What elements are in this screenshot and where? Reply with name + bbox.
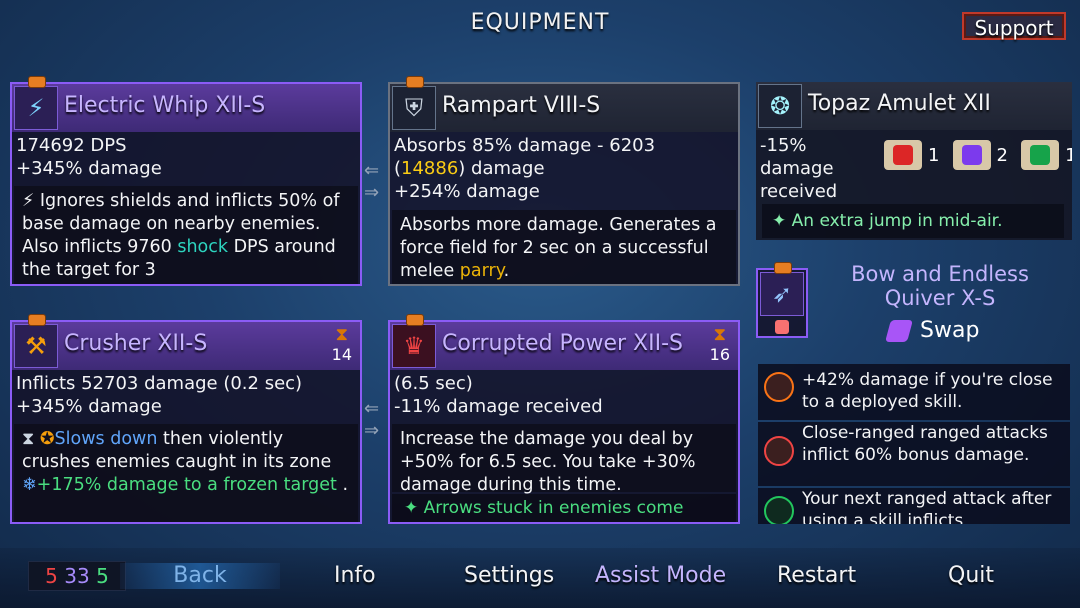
absorb-stat: Absorbs 85% damage - 6203 [394, 135, 656, 156]
electric-whip-icon: ⚡ [14, 86, 58, 130]
hourglass-icon: ⧗ [22, 429, 35, 449]
weapon-damage-bonus: +345% damage [16, 158, 162, 179]
perk-proximity-icon [764, 372, 794, 402]
crusher-icon: ⚒ [14, 324, 58, 368]
frozen-icon: ❄ [22, 475, 37, 495]
mutation-icon [775, 320, 789, 334]
perk-skill-followup-icon [764, 496, 794, 524]
swap-arrows-icon: ⇐ ⇒ [364, 398, 380, 441]
perk-item[interactable]: Your next ranged attack after using a sk… [758, 488, 1070, 524]
skill-description: Increase the damage you deal by +50% for… [392, 424, 736, 495]
slow-keyword: Slows down [54, 429, 158, 449]
skill-name: Corrupted Power XII-S [442, 331, 684, 356]
corrupted-power-icon: ♛ [392, 324, 436, 368]
skill-name: Crusher XII-S [64, 331, 208, 356]
legendary-crown-icon [406, 76, 424, 88]
legendary-crown-icon [774, 262, 792, 274]
legendary-crown-icon [28, 76, 46, 88]
weapon-damage-bonus: +254% damage [394, 181, 540, 202]
skill-damage: Inflicts 52703 damage (0.2 sec) [16, 373, 303, 394]
damage-stat: (14886) damage [394, 158, 545, 179]
frozen-bonus: +175% damage to a frozen target [36, 475, 337, 495]
amulet-stat: -15% damage received [760, 135, 838, 202]
skill-duration: (6.5 sec) [394, 373, 473, 394]
swap-arrows-icon: ⇐ ⇒ [364, 160, 380, 203]
parry-keyword: parry [459, 261, 504, 281]
page-title: EQUIPMENT [470, 10, 610, 35]
perk-item[interactable]: +42% damage if you're close to a deploye… [758, 364, 1070, 420]
weapon-description: ⚡ Ignores shields and inflicts 50% of ba… [14, 186, 358, 284]
scroll-stats-counter: 5 33 5 [28, 561, 126, 591]
legendary-crown-icon [28, 314, 46, 326]
restart-button[interactable]: Restart [777, 563, 856, 588]
tactics-scroll-icon [952, 140, 991, 170]
amulet-icon: ❂ [758, 84, 802, 128]
skill-stats: (6.5 sec) -11% damage received [394, 372, 734, 418]
weapon-stats: 174692 DPS +345% damage [16, 134, 356, 180]
weapon-dps: 174692 DPS [16, 135, 127, 156]
shield-icon: ⛨ [392, 86, 436, 130]
skill-damage-bonus: +345% damage [16, 396, 162, 417]
settings-button[interactable]: Settings [464, 563, 554, 588]
weapon-name: Electric Whip XII-S [64, 93, 266, 118]
weapon-card-primary[interactable]: ⚡ Electric Whip XII-S 174692 DPS +345% d… [10, 82, 362, 286]
cooldown-timer: ⧗ 14 [331, 324, 352, 364]
stun-icon: ✪ [39, 429, 55, 449]
skill-card-secondary[interactable]: ♛ Corrupted Power XII-S ⧗ 16 (6.5 sec) -1… [388, 320, 740, 524]
bullet-icon: ✦ [404, 498, 424, 518]
skill-description: ⧗ ✪Slows down then violently crushes ene… [14, 424, 358, 522]
shock-keyword: shock [177, 237, 228, 257]
weapon-stats: Absorbs 85% damage - 6203 (14886) damage… [394, 134, 734, 203]
swap-button[interactable]: Swap [885, 318, 979, 343]
bow-icon: ➶ [760, 272, 804, 316]
skill-damage-received: -11% damage received [394, 396, 603, 417]
amulet-name: Topaz Amulet XII [808, 91, 991, 116]
curse-line: ✦ Arrows stuck in enemies come [392, 494, 736, 522]
amulet-bonus: ✦ An extra jump in mid-air. [762, 204, 1064, 238]
swap-icon [885, 320, 913, 342]
skill-stats: Inflicts 52703 damage (0.2 sec) +345% da… [16, 372, 356, 418]
cooldown-timer: ⧗ 16 [709, 324, 730, 364]
survival-count: 5 [96, 564, 109, 588]
weapon-card-secondary[interactable]: ⛨ Rampart VIII-S Absorbs 85% damage - 62… [388, 82, 740, 286]
weapon-description: Absorbs more damage. Generates a force f… [392, 210, 736, 284]
bullet-icon: ✦ [772, 211, 792, 231]
info-button[interactable]: Info [334, 563, 376, 588]
quit-button[interactable]: Quit [948, 563, 994, 588]
scroll-counts: 1 2 1 [876, 140, 1072, 170]
brutality-count: 5 [45, 564, 58, 588]
skill-card-primary[interactable]: ⚒ Crusher XII-S ⧗ 14 Inflicts 52703 damag… [10, 320, 362, 524]
ranged-weapon-name: Bow and Endless Quiver X-S [851, 262, 1029, 310]
brutality-scroll-icon [884, 140, 922, 170]
hourglass-icon: ⧗ [713, 324, 727, 345]
tactics-count: 33 [64, 564, 90, 588]
weapon-name: Rampart VIII-S [442, 93, 601, 118]
perk-close-range-icon [764, 436, 794, 466]
ranged-weapon-card[interactable]: ➶ [756, 268, 808, 338]
perk-item[interactable]: Close-ranged ranged attacks inflict 60% … [758, 422, 1070, 486]
hourglass-icon: ⧗ [335, 324, 349, 345]
support-button[interactable]: Support [962, 12, 1066, 40]
back-button[interactable]: Back [120, 563, 280, 589]
assist-mode-button[interactable]: Assist Mode [595, 563, 726, 588]
legendary-crown-icon [406, 314, 424, 326]
survival-scroll-icon [1021, 140, 1060, 170]
